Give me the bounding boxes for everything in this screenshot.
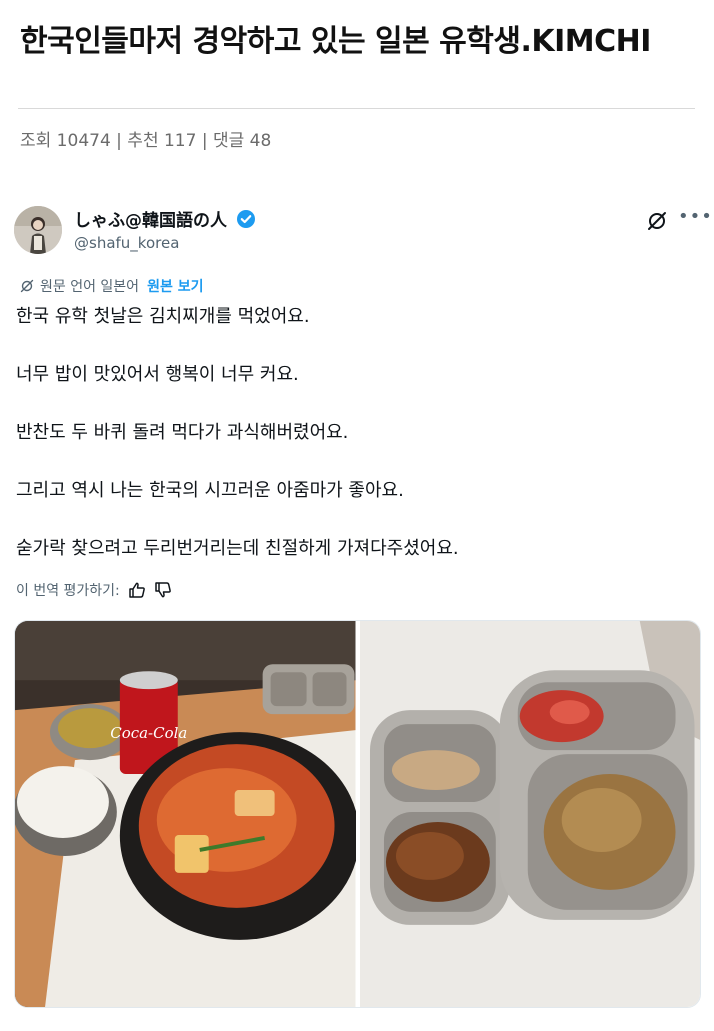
title-divider (18, 108, 695, 109)
rate-label: 이 번역 평가하기: (16, 583, 120, 599)
grok-icon[interactable] (646, 210, 668, 232)
display-name[interactable]: しゃふ@韓国語の人 (74, 206, 256, 231)
kimchi-stew-photo-icon: Coca-Cola (15, 621, 356, 1007)
thumbs-down-icon[interactable] (154, 581, 172, 599)
tweet-paragraph: 너무 밥이 맛있어서 행복이 너무 커요. (16, 364, 299, 385)
tweet-paragraph: 그리고 역시 나는 한국의 시끄러운 아줌마가 좋아요. (16, 480, 404, 501)
display-name-text: しゃふ@韓国語の人 (74, 211, 227, 231)
show-original-link[interactable]: 원본 보기 (147, 276, 203, 296)
tweet-text: 한국 유학 첫날은 김치찌개를 먹었어요. 너무 밥이 맛있어서 행복이 너무 … (16, 302, 696, 563)
kimchi-stew-photo[interactable]: Coca-Cola (15, 621, 356, 1007)
user-handle[interactable]: @shafu_korea (74, 234, 179, 252)
avatar[interactable] (14, 206, 62, 254)
banchan-tray-photo[interactable] (359, 621, 700, 1007)
tweet-paragraph: 한국 유학 첫날은 김치찌개를 먹었어요. (16, 306, 310, 327)
banchan-tray-photo-icon (359, 621, 700, 1007)
translation-notice: 원문 언어 일본어 원본 보기 (20, 276, 203, 296)
more-options-icon[interactable]: ••• (678, 206, 713, 227)
tweet-media: Coca-Cola (14, 620, 701, 1008)
translate-label: 원문 언어 일본어 (40, 279, 140, 295)
post-meta: 조회 10474 | 추천 117 | 댓글 48 (20, 131, 272, 151)
verified-badge-icon (236, 210, 255, 228)
rate-translation: 이 번역 평가하기: (16, 580, 172, 600)
grok-small-icon (20, 279, 34, 293)
can-label: Coca-Cola (110, 724, 187, 742)
post-title: 한국인들마저 경악하고 있는 일본 유학생.KIMCHI (20, 24, 651, 59)
thumbs-up-icon[interactable] (128, 581, 146, 599)
avatar-icon (14, 206, 62, 254)
tweet-paragraph: 반찬도 두 바퀴 돌려 먹다가 과식해버렸어요. (16, 422, 349, 443)
tweet-paragraph: 숟가락 찾으려고 두리번거리는데 친절하게 가져다주셨어요. (16, 538, 459, 559)
